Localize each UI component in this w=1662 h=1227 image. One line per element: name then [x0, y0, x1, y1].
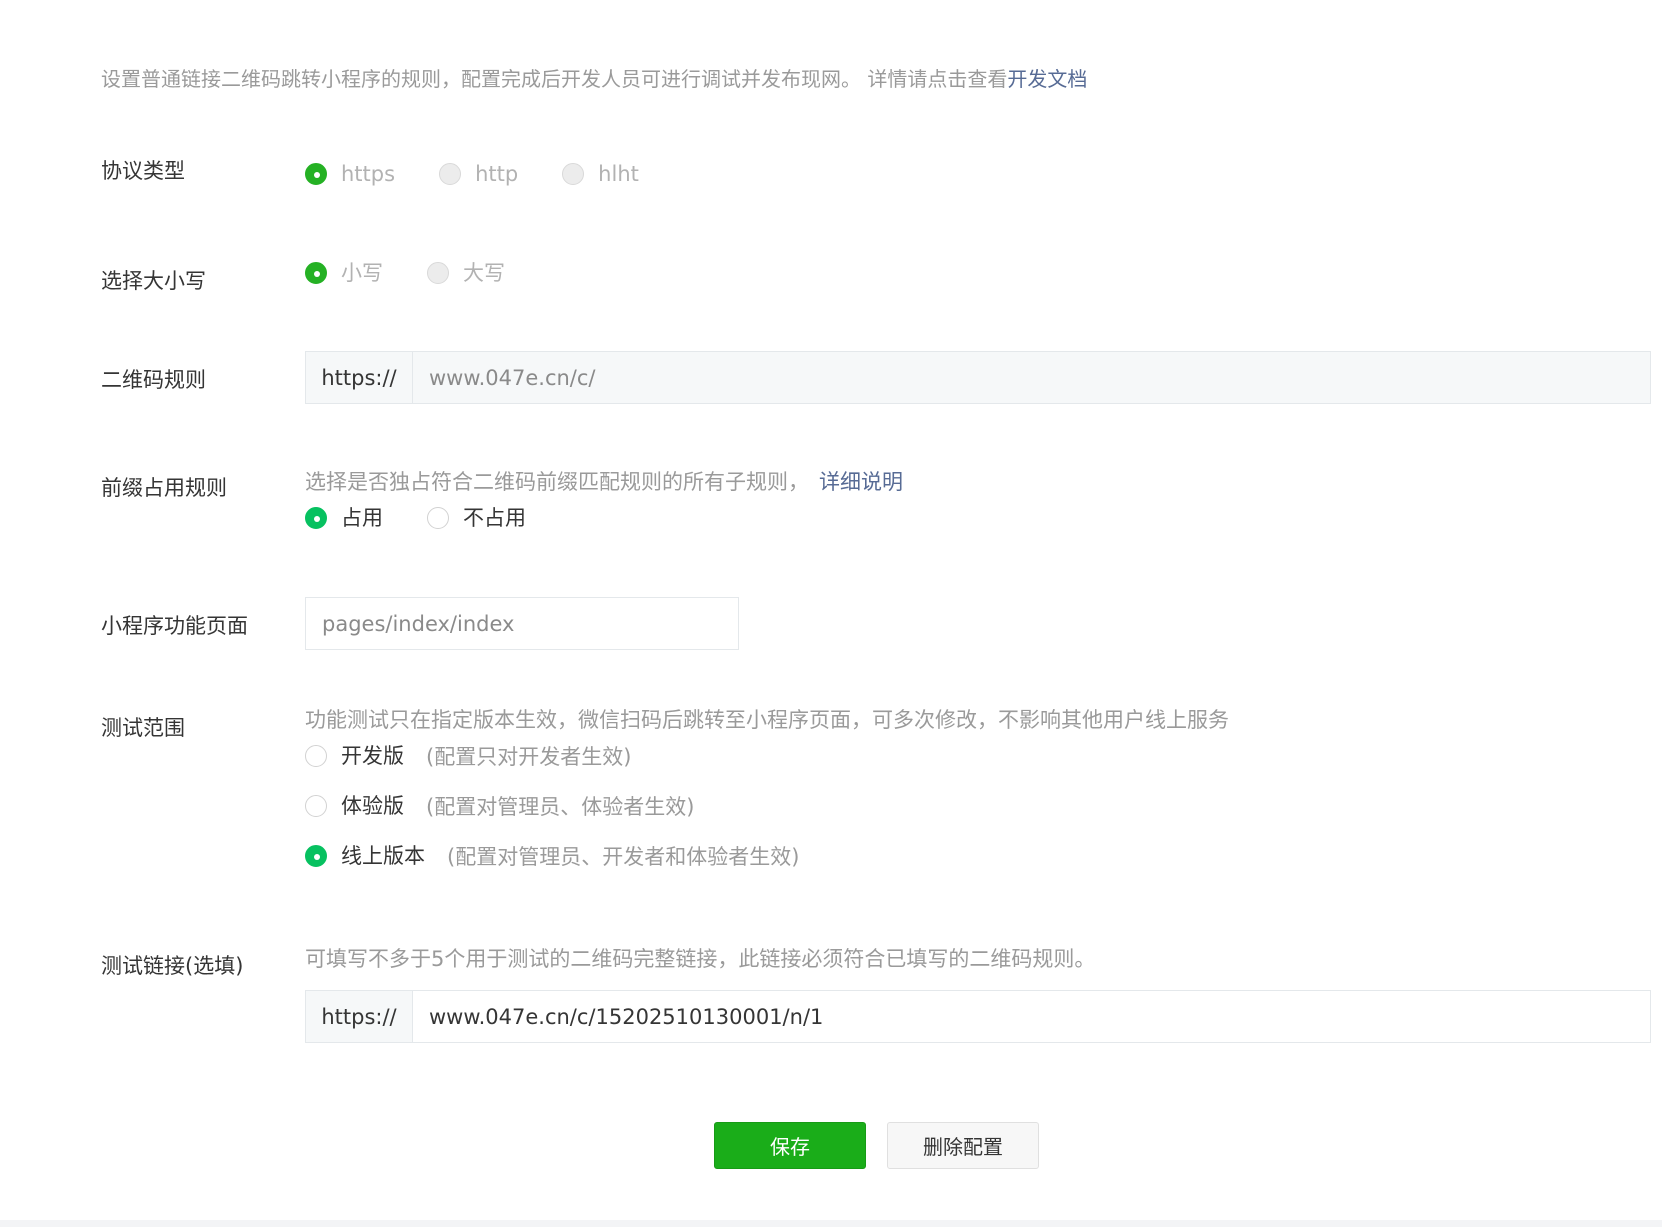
qr-rule-prefix: https:// [306, 352, 413, 403]
radio-checked-icon [305, 262, 327, 284]
prefix-rule-detail-link[interactable]: 详细说明 [819, 470, 903, 494]
prefix-rule-option-label: 不占用 [463, 506, 526, 530]
prefix-rule-hint: 选择是否独占符合二维码前缀匹配规则的所有子规则， 详细说明 [305, 467, 903, 497]
protocol-option-hlht[interactable]: hlht [562, 159, 639, 189]
letter-case-label: 选择大小写 [101, 269, 206, 293]
qr-rule-label: 二维码规则 [101, 368, 206, 392]
test-scope-option-note: (配置对管理员、开发者和体验者生效) [447, 845, 800, 869]
letter-case-option-label: 小写 [341, 261, 383, 285]
radio-unchecked-icon [562, 163, 585, 185]
test-scope-radio-online[interactable]: 线上版本 (配置对管理员、开发者和体验者生效) [305, 841, 799, 871]
mini-page-input[interactable]: pages/index/index [305, 597, 739, 650]
intro-text: 设置普通链接二维码跳转小程序的规则，配置完成后开发人员可进行调试并发布现网。 详… [101, 64, 1087, 94]
radio-checked-icon [305, 507, 327, 529]
test-scope-option-dev: 开发版 (配置只对开发者生效) [305, 741, 675, 771]
test-link-input-group: https:// www.047e.cn/c/15202510130001/n/… [305, 990, 1651, 1043]
protocol-option-http[interactable]: http [439, 159, 518, 189]
prefix-rule-option-not-occupy[interactable]: 不占用 [427, 503, 526, 533]
test-link-label: 测试链接(选填) [101, 954, 244, 978]
test-scope-radio-dev[interactable]: 开发版 (配置只对开发者生效) [305, 741, 631, 771]
test-scope-option-label: 线上版本 [341, 844, 425, 868]
radio-unchecked-icon [305, 745, 327, 767]
protocol-option-https[interactable]: https [305, 159, 395, 189]
footer-divider [0, 1220, 1662, 1227]
prefix-rule-option-occupy[interactable]: 占用 [305, 503, 383, 533]
test-scope-radio-trial[interactable]: 体验版 (配置对管理员、体验者生效) [305, 791, 694, 821]
test-scope-label: 测试范围 [101, 716, 185, 740]
test-scope-option-trial: 体验版 (配置对管理员、体验者生效) [305, 791, 738, 821]
test-scope-option-note: (配置对管理员、体验者生效) [426, 795, 695, 819]
test-scope-option-note: (配置只对开发者生效) [426, 745, 632, 769]
letter-case-option-lower[interactable]: 小写 [305, 258, 383, 288]
protocol-option-label: hlht [598, 162, 639, 186]
dev-docs-link[interactable]: 开发文档 [1007, 67, 1087, 91]
radio-unchecked-icon [305, 795, 327, 817]
letter-case-option-upper[interactable]: 大写 [427, 258, 505, 288]
radio-checked-icon [305, 845, 327, 867]
radio-unchecked-icon [427, 262, 449, 284]
test-link-input[interactable]: www.047e.cn/c/15202510130001/n/1 [413, 991, 1650, 1042]
radio-unchecked-icon [427, 507, 449, 529]
qr-rule-field: www.047e.cn/c/ [413, 352, 1650, 403]
prefix-rule-radio-group: 占用 不占用 [305, 503, 570, 533]
letter-case-option-label: 大写 [463, 261, 505, 285]
test-scope-option-label: 开发版 [341, 744, 404, 768]
test-scope-option-label: 体验版 [341, 794, 404, 818]
qr-rule-input-group: https:// www.047e.cn/c/ [305, 351, 1651, 404]
delete-config-button[interactable]: 删除配置 [887, 1122, 1039, 1169]
protocol-radio-group: https http hlht [305, 159, 683, 189]
mini-page-label: 小程序功能页面 [101, 614, 248, 638]
letter-case-radio-group: 小写 大写 [305, 258, 549, 288]
prefix-rule-option-label: 占用 [341, 506, 383, 530]
test-link-prefix: https:// [306, 991, 413, 1042]
prefix-rule-hint-text: 选择是否独占符合二维码前缀匹配规则的所有子规则， [305, 470, 809, 494]
test-scope-option-online: 线上版本 (配置对管理员、开发者和体验者生效) [305, 841, 843, 871]
protocol-label: 协议类型 [101, 159, 185, 183]
protocol-option-label: https [341, 162, 396, 186]
test-link-hint: 可填写不多于5个用于测试的二维码完整链接，此链接必须符合已填写的二维码规则。 [305, 947, 1096, 971]
prefix-rule-label: 前缀占用规则 [101, 476, 227, 500]
test-scope-hint: 功能测试只在指定版本生效，微信扫码后跳转至小程序页面，可多次修改，不影响其他用户… [305, 708, 1229, 732]
intro-description: 设置普通链接二维码跳转小程序的规则，配置完成后开发人员可进行调试并发布现网。 详… [101, 67, 1008, 91]
radio-unchecked-icon [439, 163, 462, 185]
radio-checked-icon [305, 163, 327, 185]
protocol-option-label: http [475, 162, 519, 186]
save-button[interactable]: 保存 [714, 1122, 866, 1169]
